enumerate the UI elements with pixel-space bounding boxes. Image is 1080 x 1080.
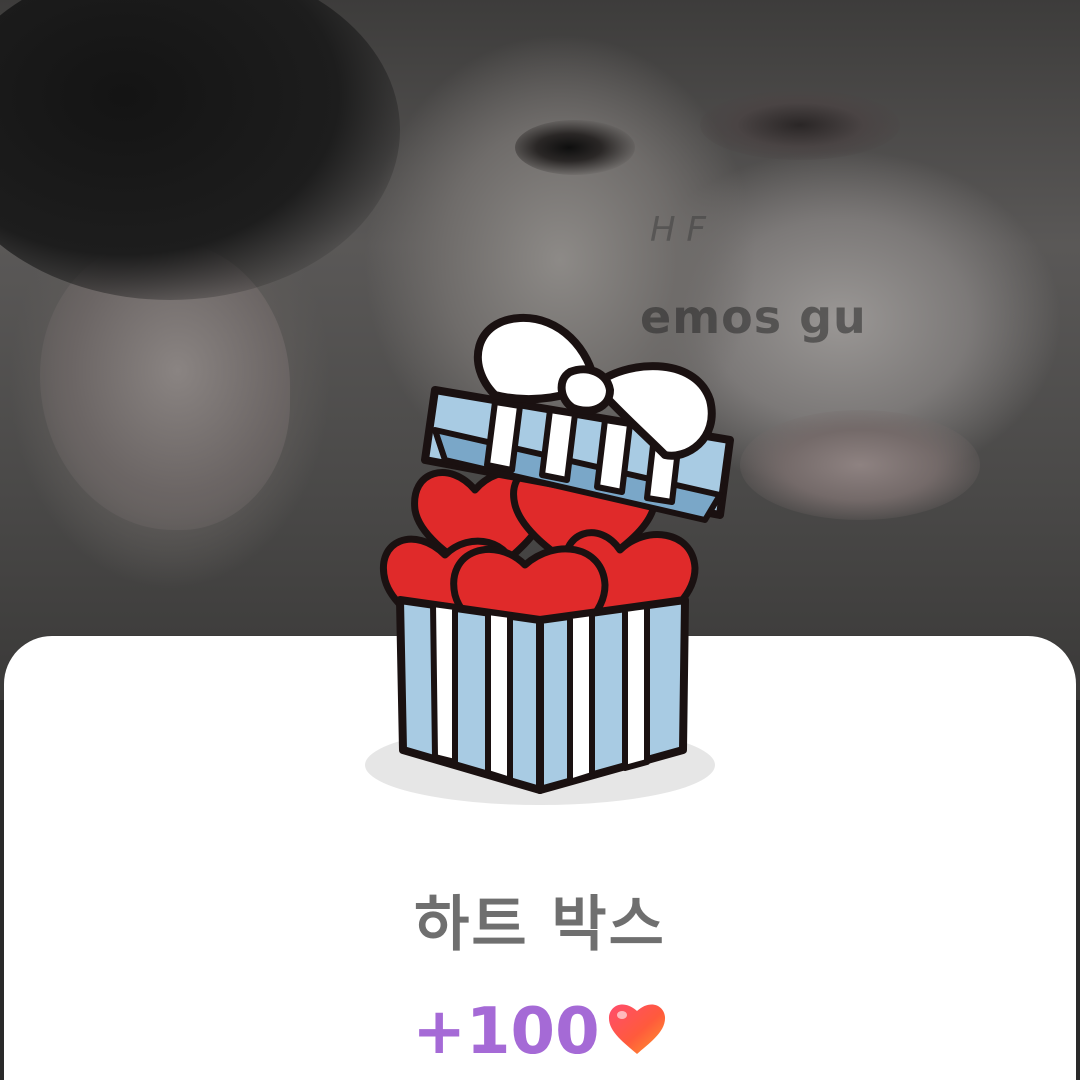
gift-box-icon <box>355 310 745 820</box>
background-eye <box>515 120 635 175</box>
reward-title: 하트 박스 <box>414 890 666 960</box>
background-mouth-upper <box>700 90 900 160</box>
background-watermark-small: H F <box>650 210 706 250</box>
heart-icon <box>606 996 668 1054</box>
reward-amount-row: +100 <box>0 992 1080 1072</box>
reward-popup-screen: H F emos gu 하트 박스 +100 <box>0 0 1080 1080</box>
reward-amount: +100 <box>412 995 600 1069</box>
background-mouth <box>740 410 980 520</box>
